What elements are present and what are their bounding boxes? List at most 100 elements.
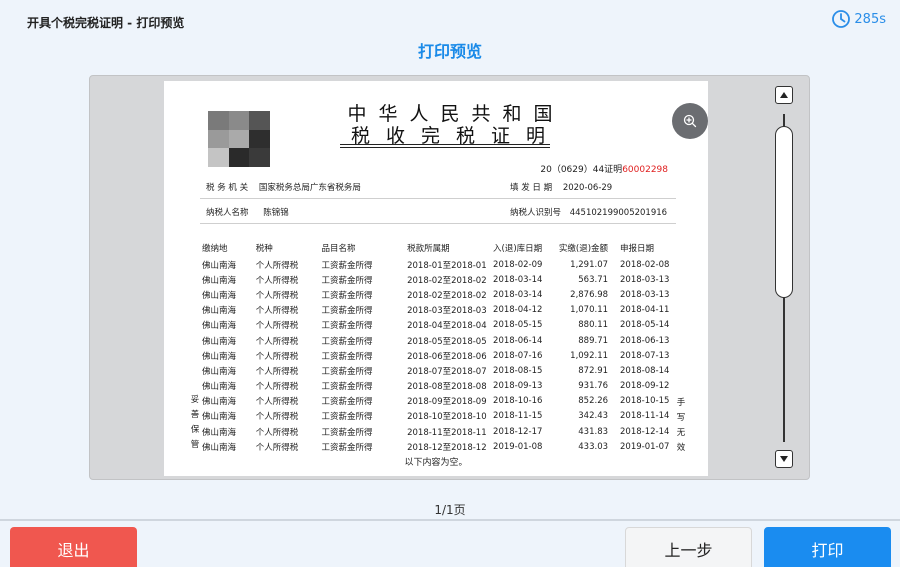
tax-table: 缴纳地 税种 品目名称 税款所属期 入(退)库日期 实缴(退)金额 申报日期 佛… bbox=[200, 239, 676, 454]
table-row: 佛山南海 个人所得税 工资薪金所得 2018-02至2018-02 2018-03-14… bbox=[200, 272, 676, 287]
table-cell: 佛山南海 bbox=[202, 260, 237, 271]
table-cell: 2018-04-12 bbox=[493, 305, 543, 316]
table-cell: 2018-07-16 bbox=[493, 350, 543, 361]
table-cell: 工资薪金所得 bbox=[321, 306, 373, 317]
taxpayer-name-row: 纳税人名称 陈锦锦 bbox=[206, 206, 289, 218]
table-cell: 2018-04至2018-04 bbox=[407, 321, 487, 332]
table-cell: 佛山南海 bbox=[202, 336, 237, 347]
table-cell: 佛山南海 bbox=[202, 397, 237, 408]
table-cell: 个人所得税 bbox=[255, 275, 299, 286]
table-cell: 2018-10-16 bbox=[493, 396, 543, 407]
table-cell: 2018-04-11 bbox=[620, 305, 670, 316]
footnote: 以下内容为空。 bbox=[404, 458, 468, 468]
table-cell: 2018-12-17 bbox=[493, 426, 543, 437]
tax-office-row: 税 务 机 关 国家税务总局广东省税务局 bbox=[206, 181, 361, 193]
previous-step-button[interactable]: 上一步 bbox=[625, 527, 752, 567]
table-row: 佛山南海 个人所得税 工资薪金所得 2018-11至2018-11 2018-12-17… bbox=[200, 424, 676, 439]
table-cell: 2018-03至2018-03 bbox=[407, 306, 487, 317]
exit-button[interactable]: 退出 bbox=[10, 527, 137, 567]
table-cell: 个人所得税 bbox=[255, 366, 299, 377]
zoom-in-button[interactable] bbox=[672, 103, 708, 139]
table-cell: 2018-05-14 bbox=[620, 320, 670, 331]
certificate-page: 中华人民共和国 税收完税证明 20（0629）44证明60002298 税 务 … bbox=[164, 81, 708, 476]
table-cell: 个人所得税 bbox=[255, 412, 299, 423]
cert-number: 20（0629）44证明60002298 bbox=[540, 162, 668, 175]
table-cell: 1,291.07 bbox=[570, 259, 609, 270]
table-cell: 431.83 bbox=[578, 426, 609, 437]
table-row: 佛山南海 个人所得税 工资薪金所得 2018-02至2018-02 2018-03-14… bbox=[200, 287, 676, 302]
app-title: 开具个税完税证明 - 打印预览 bbox=[27, 16, 185, 30]
table-row: 佛山南海 个人所得税 工资薪金所得 2018-07至2018-07 2018-08-15… bbox=[200, 363, 676, 378]
table-row: 佛山南海 个人所得税 工资薪金所得 2018-03至2018-03 2018-04-12… bbox=[200, 303, 676, 318]
table-row: 佛山南海 个人所得税 工资薪金所得 2018-09至2018-09 2018-10-16… bbox=[200, 394, 676, 409]
table-cell: 433.03 bbox=[578, 441, 609, 452]
col-header: 税款所属期 bbox=[407, 244, 450, 254]
table-cell: 佛山南海 bbox=[202, 306, 237, 317]
table-cell: 佛山南海 bbox=[202, 351, 237, 362]
table-cell: 工资薪金所得 bbox=[321, 412, 373, 423]
table-cell: 2018-11-15 bbox=[493, 411, 543, 422]
table-cell: 2018-02-09 bbox=[493, 259, 543, 270]
preview-frame[interactable]: 中华人民共和国 税收完税证明 20（0629）44证明60002298 税 务 … bbox=[89, 75, 810, 480]
vertical-scrollbar[interactable] bbox=[773, 84, 795, 472]
table-cell: 2018-06至2018-06 bbox=[407, 351, 487, 362]
table-cell: 889.71 bbox=[578, 335, 609, 346]
table-cell: 2018-08至2018-08 bbox=[407, 382, 487, 393]
table-cell: 1,092.11 bbox=[570, 350, 609, 361]
table-cell: 2018-09-13 bbox=[493, 381, 543, 392]
table-cell: 2018-03-13 bbox=[620, 289, 670, 300]
table-cell: 工资薪金所得 bbox=[321, 336, 373, 347]
clock-icon bbox=[832, 10, 851, 28]
table-cell: 872.91 bbox=[578, 365, 609, 376]
table-cell: 2018-11至2018-11 bbox=[407, 427, 487, 438]
table-cell: 工资薪金所得 bbox=[321, 351, 373, 362]
scroll-down-button[interactable] bbox=[775, 450, 793, 468]
table-cell: 2018-12至2018-12 bbox=[407, 442, 487, 453]
timer: 285s bbox=[831, 9, 886, 29]
table-cell: 2018-10至2018-10 bbox=[407, 412, 487, 423]
table-cell: 佛山南海 bbox=[202, 427, 237, 438]
divider bbox=[200, 198, 676, 199]
table-cell: 佛山南海 bbox=[202, 366, 237, 377]
table-cell: 个人所得税 bbox=[255, 321, 299, 332]
col-header: 税种 bbox=[255, 244, 273, 254]
zoom-in-icon bbox=[683, 114, 697, 128]
side-note-left: 妥善保管 bbox=[190, 395, 200, 450]
table-cell: 342.43 bbox=[578, 411, 609, 422]
table-row: 佛山南海 个人所得税 工资薪金所得 2018-05至2018-05 2018-06-14… bbox=[200, 333, 676, 348]
table-cell: 2018-03-14 bbox=[493, 289, 543, 300]
table-cell: 2018-07至2018-07 bbox=[407, 366, 487, 377]
table-cell: 2019-01-07 bbox=[620, 441, 670, 452]
table-cell: 563.71 bbox=[578, 274, 609, 285]
col-header: 品目名称 bbox=[321, 244, 356, 254]
table-cell: 工资薪金所得 bbox=[321, 275, 373, 286]
table-cell: 个人所得税 bbox=[255, 442, 299, 453]
taxpayer-name-label: 纳税人名称 bbox=[206, 208, 249, 218]
col-header: 申报日期 bbox=[620, 244, 655, 254]
table-cell: 工资薪金所得 bbox=[321, 321, 373, 332]
bottom-divider bbox=[0, 519, 900, 521]
table-cell: 2018-06-13 bbox=[620, 335, 670, 346]
table-row: 佛山南海 个人所得税 工资薪金所得 2018-06至2018-06 2018-07-16… bbox=[200, 348, 676, 363]
fill-date-row: 填 发 日 期 2020-06-29 bbox=[510, 181, 612, 193]
scroll-up-button[interactable] bbox=[775, 86, 793, 104]
fill-date-label: 填 发 日 期 bbox=[510, 183, 553, 193]
table-row: 佛山南海 个人所得税 工资薪金所得 2018-08至2018-08 2018-09-13… bbox=[200, 379, 676, 394]
table-cell: 2018-09至2018-09 bbox=[407, 397, 487, 408]
table-cell: 1,070.11 bbox=[570, 305, 609, 316]
table-cell: 工资薪金所得 bbox=[321, 260, 373, 271]
table-cell: 个人所得税 bbox=[255, 397, 299, 408]
triangle-up-icon bbox=[780, 92, 788, 98]
timer-label: 285s bbox=[854, 11, 886, 27]
print-button[interactable]: 打印 bbox=[764, 527, 891, 567]
taxpayer-id-value: 445102199005201916 bbox=[569, 208, 668, 218]
table-cell: 佛山南海 bbox=[202, 442, 237, 453]
scroll-thumb[interactable] bbox=[775, 126, 793, 298]
table-cell: 2018-11-14 bbox=[620, 411, 670, 422]
table-cell: 个人所得税 bbox=[255, 290, 299, 301]
table-cell: 佛山南海 bbox=[202, 382, 237, 393]
table-cell: 佛山南海 bbox=[202, 412, 237, 423]
table-cell: 2018-08-15 bbox=[493, 365, 543, 376]
page-heading: 打印预览 bbox=[417, 42, 482, 61]
table-cell: 佛山南海 bbox=[202, 290, 237, 301]
